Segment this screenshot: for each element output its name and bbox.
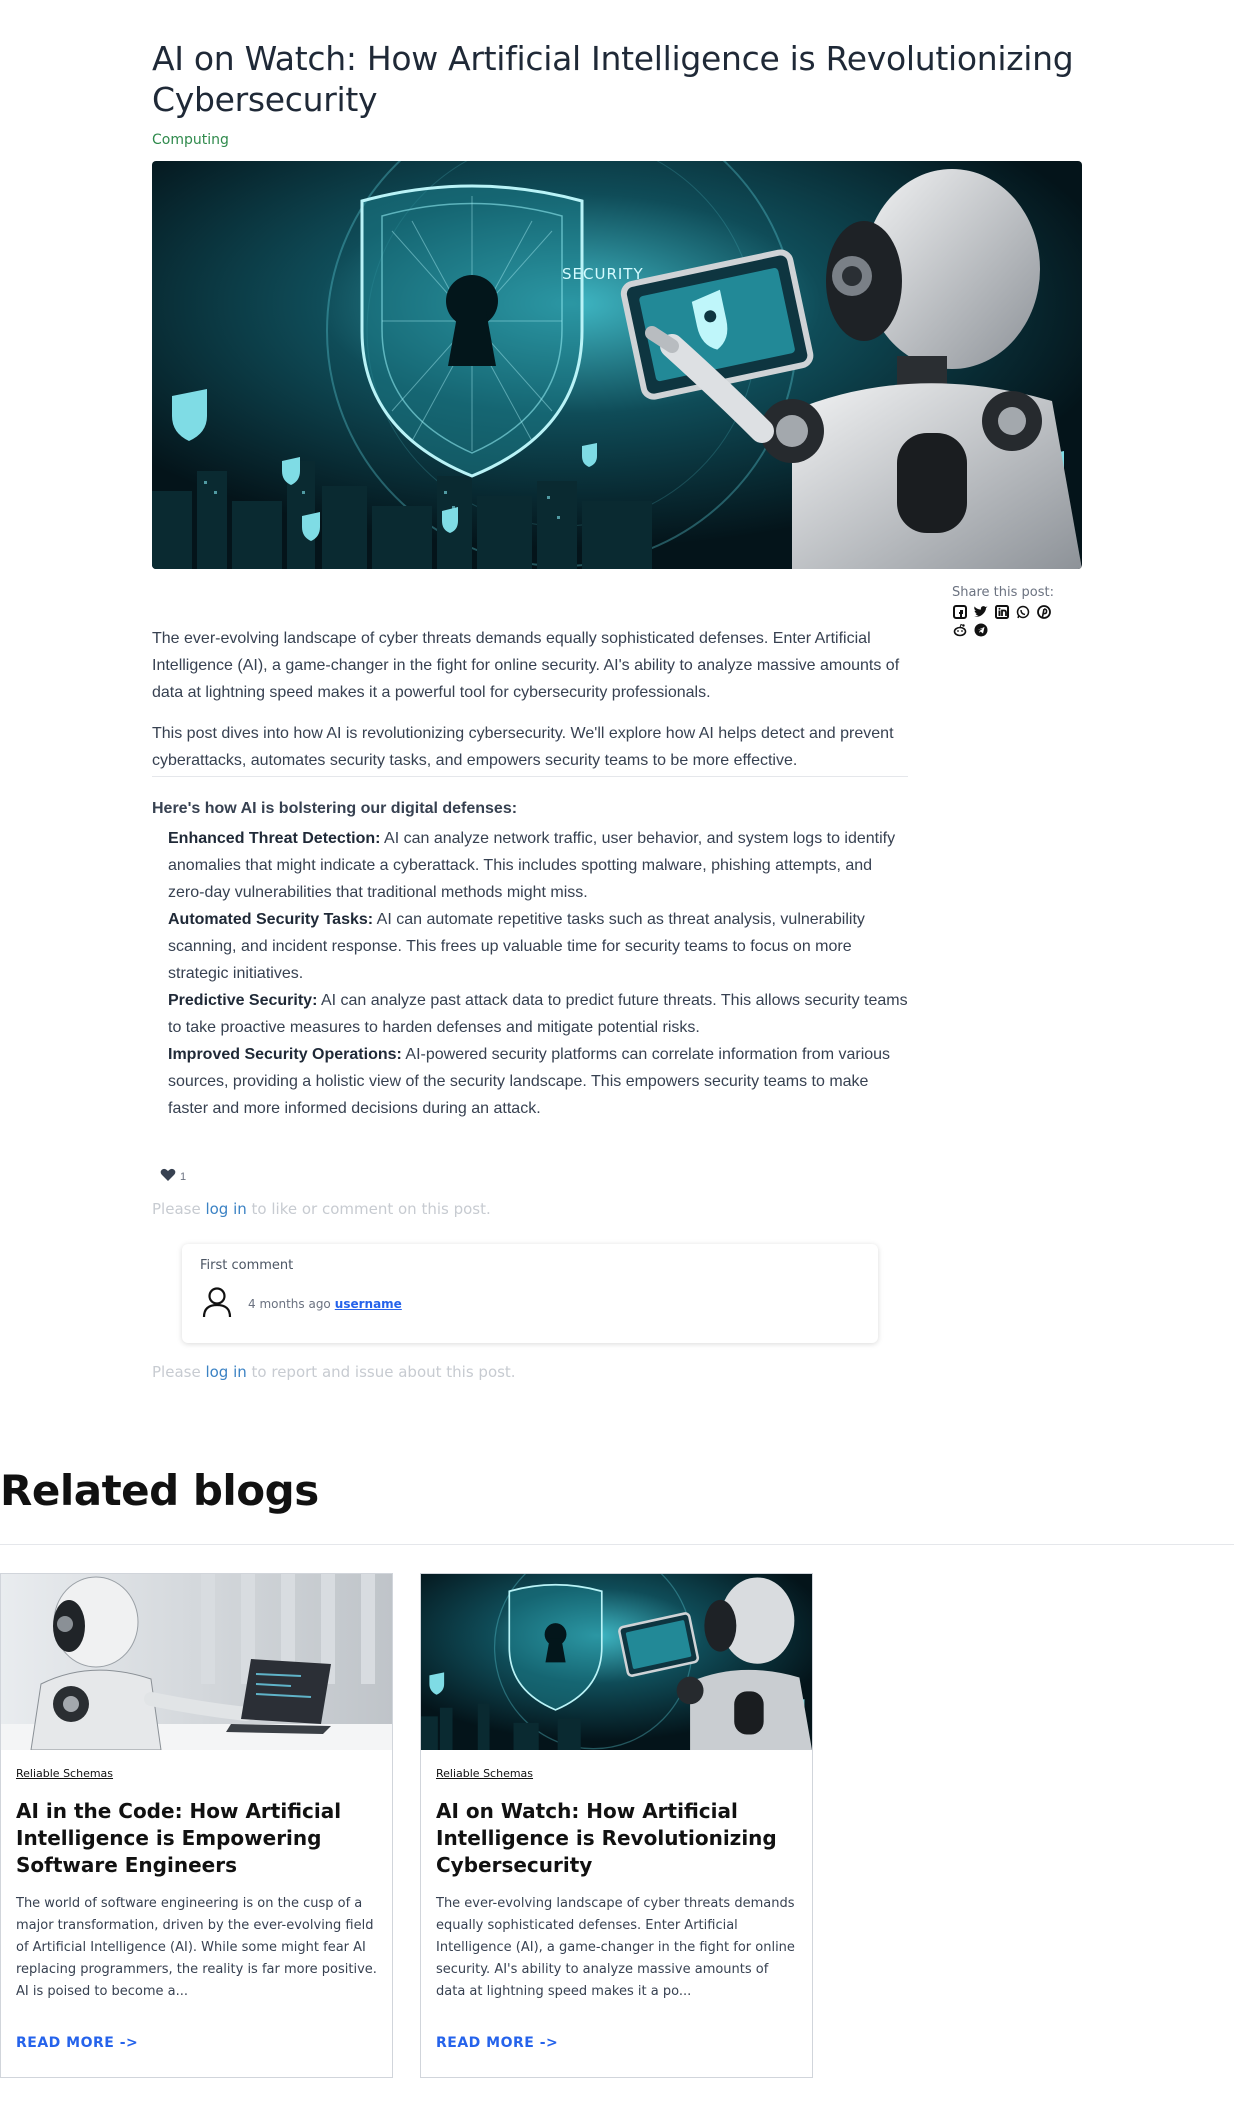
telegram-icon[interactable] bbox=[973, 622, 988, 637]
read-more-link[interactable]: READ MORE -> bbox=[436, 2035, 558, 2051]
comment-username-link[interactable]: username bbox=[335, 1297, 402, 1311]
comment-text: First comment bbox=[200, 1258, 294, 1273]
pinterest-icon[interactable] bbox=[1036, 604, 1051, 619]
defenses-list: Enhanced Threat Detection: AI can analyz… bbox=[152, 825, 908, 1122]
intro-paragraph: The ever-evolving landscape of cyber thr… bbox=[152, 630, 900, 701]
card-tag-link[interactable]: Reliable Schemas bbox=[436, 1767, 533, 1780]
card-tag-link[interactable]: Reliable Schemas bbox=[16, 1767, 113, 1780]
list-item: Improved Security Operations: AI-powered… bbox=[168, 1041, 908, 1122]
prompt-text-before: Please bbox=[152, 1363, 206, 1381]
like-count: 1 bbox=[180, 1170, 187, 1183]
read-more-link[interactable]: READ MORE -> bbox=[16, 2035, 138, 2051]
whatsapp-icon[interactable] bbox=[1015, 604, 1030, 619]
linkedin-icon[interactable] bbox=[994, 604, 1009, 619]
card-excerpt: The ever-evolving landscape of cyber thr… bbox=[436, 1896, 795, 1999]
comment-meta: 4 months ago username bbox=[200, 1285, 860, 1322]
list-item: Enhanced Threat Detection: AI can analyz… bbox=[168, 825, 908, 906]
article-body: The ever-evolving landscape of cyber thr… bbox=[152, 625, 908, 1122]
comment-login-prompt: Please log in to like or comment on this… bbox=[152, 1200, 491, 1218]
post-header: AI on Watch: How Artificial Intelligence… bbox=[152, 38, 1082, 149]
list-heading: Here's how AI is bolstering our digital … bbox=[152, 800, 518, 817]
like-counter: 1 bbox=[160, 1168, 186, 1185]
prompt-text-after: to report and issue about this post. bbox=[246, 1363, 516, 1381]
list-item-title: Predictive Security: bbox=[168, 992, 318, 1009]
comment-time: 4 months ago bbox=[248, 1296, 331, 1311]
share-icons bbox=[952, 604, 1062, 637]
post-title: AI on Watch: How Artificial Intelligence… bbox=[152, 39, 1074, 119]
related-card[interactable]: Reliable Schemas AI in the Code: How Art… bbox=[0, 1573, 393, 2078]
related-divider bbox=[0, 1544, 1234, 1545]
related-blogs-heading: Related blogs bbox=[0, 1466, 319, 1515]
login-link[interactable]: log in bbox=[205, 1363, 246, 1381]
card-thumbnail[interactable] bbox=[421, 1574, 812, 1750]
robot-security-shield-image bbox=[421, 1574, 812, 1750]
list-item-title: Improved Security Operations: bbox=[168, 1046, 402, 1063]
card-body: Reliable Schemas AI in the Code: How Art… bbox=[1, 1750, 392, 2017]
share-label: Share this post: bbox=[952, 585, 1054, 600]
facebook-icon[interactable] bbox=[952, 604, 967, 619]
overview-paragraph: This post dives into how AI is revolutio… bbox=[152, 725, 894, 769]
divider bbox=[152, 776, 908, 777]
card-body: Reliable Schemas AI on Watch: How Artifi… bbox=[421, 1750, 812, 2017]
list-item-title: Automated Security Tasks: bbox=[168, 911, 374, 928]
share-box: Share this post: bbox=[952, 585, 1082, 637]
reddit-icon[interactable] bbox=[952, 622, 967, 637]
card-thumbnail[interactable] bbox=[1, 1574, 392, 1750]
prompt-text-after: to like or comment on this post. bbox=[246, 1200, 491, 1218]
card-title[interactable]: AI in the Code: How Artificial Intellige… bbox=[16, 1798, 377, 1879]
hero-image: SECURITY bbox=[152, 161, 1082, 569]
robot-laptop-image bbox=[1, 1574, 392, 1750]
list-item-title: Enhanced Threat Detection: bbox=[168, 830, 381, 847]
card-title[interactable]: AI on Watch: How Artificial Intelligence… bbox=[436, 1798, 797, 1879]
report-login-prompt: Please log in to report and issue about … bbox=[152, 1363, 516, 1381]
login-link[interactable]: log in bbox=[205, 1200, 246, 1218]
security-robot-illustration: SECURITY bbox=[152, 161, 1082, 569]
related-card[interactable]: Reliable Schemas AI on Watch: How Artifi… bbox=[420, 1573, 813, 2078]
twitter-icon[interactable] bbox=[973, 604, 988, 619]
prompt-text-before: Please bbox=[152, 1200, 206, 1218]
comment-card: First comment 4 months ago username bbox=[182, 1244, 878, 1343]
post-category-link[interactable]: Computing bbox=[152, 132, 229, 148]
list-item: Automated Security Tasks: AI can automat… bbox=[168, 906, 908, 987]
user-avatar-icon bbox=[200, 1285, 234, 1322]
card-excerpt: The world of software engineering is on … bbox=[16, 1896, 377, 1999]
heart-icon[interactable] bbox=[160, 1168, 176, 1185]
svg-text:SECURITY: SECURITY bbox=[562, 265, 644, 283]
list-item: Predictive Security: AI can analyze past… bbox=[168, 987, 908, 1041]
